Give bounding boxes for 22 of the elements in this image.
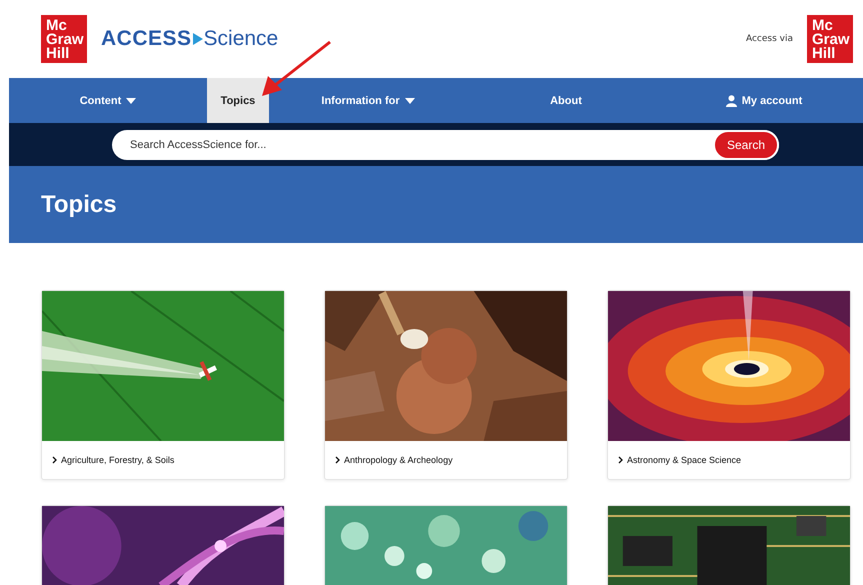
topic-link[interactable]: Agriculture, Forestry, & Soils <box>42 441 284 479</box>
nav-link[interactable]: About <box>467 78 665 123</box>
chevron-icon <box>52 456 57 464</box>
user-icon <box>726 94 737 106</box>
brand-logo[interactable]: ACCESS Science <box>101 27 278 51</box>
nav-link[interactable]: Topics <box>207 78 269 123</box>
nav-link[interactable]: Information for <box>269 78 467 123</box>
nav-link[interactable]: Content <box>9 78 207 123</box>
topic-card[interactable]: Agriculture, Forestry, & Soils <box>41 290 285 480</box>
nav-link[interactable]: My account <box>665 78 863 123</box>
search-button[interactable]: Search <box>712 130 779 160</box>
topic-link[interactable]: Astronomy & Space Science <box>608 441 850 479</box>
topic-card[interactable]: Astronomy & Space Science <box>607 290 851 480</box>
access-label: Access via <box>746 34 793 44</box>
publisher-logo[interactable]: Mc Graw Hill <box>41 15 87 63</box>
chevron-icon <box>335 456 340 464</box>
topic-card[interactable]: Anthropology & Archeology <box>324 290 568 480</box>
topic-link[interactable]: Anthropology & Archeology <box>325 441 567 479</box>
search-field[interactable]: Search AccessScience for... Search <box>112 130 779 160</box>
page-title: Topics <box>9 166 863 243</box>
chevron-icon <box>618 456 623 464</box>
institution-logo[interactable]: Mc Graw Hill <box>807 15 853 63</box>
